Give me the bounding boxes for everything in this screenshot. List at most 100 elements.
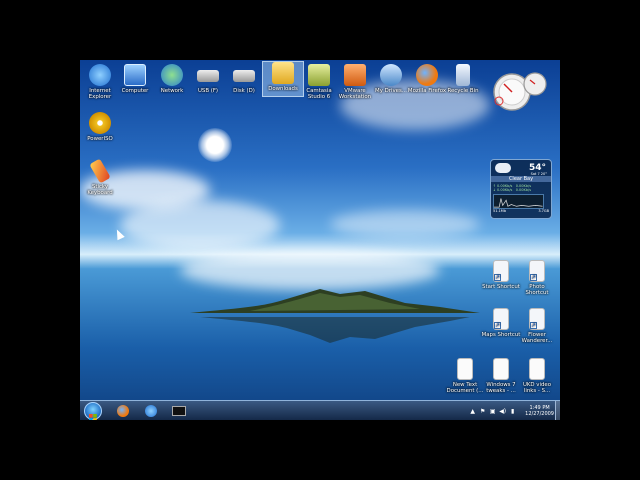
show-hidden-icons-button[interactable]: ▲ xyxy=(469,408,476,415)
text-document-icon[interactable]: UKD video links - S... xyxy=(517,358,557,394)
wallpaper-cloud xyxy=(330,210,480,238)
network-totals: 51.1Mb 3.7GB xyxy=(493,209,549,217)
sun xyxy=(198,128,232,162)
sticky-keyboard-icon[interactable]: Sticky Keyboard xyxy=(80,158,120,196)
download-rate-2: 0.00Kb/s xyxy=(515,188,532,192)
disk-drive-icon xyxy=(233,70,255,82)
network-icon[interactable]: Network xyxy=(152,64,192,94)
icon-label: Flower Wanderer... xyxy=(521,332,553,344)
firefox-icon[interactable]: Mozilla Firefox xyxy=(407,64,447,94)
document-icon: ↗ xyxy=(529,308,545,330)
icon-label: Photo Shortcut xyxy=(525,284,549,296)
icon-label: UKD video links - S... xyxy=(522,382,552,394)
icon-label: Disk (D) xyxy=(233,88,255,94)
firefox-icon xyxy=(416,64,438,86)
icon-label: Start Shortcut xyxy=(482,284,520,290)
vmware-icon[interactable]: VMware Workstation xyxy=(335,64,375,100)
network-rates: ↑ 0.00Kb/s 0.00Kb/s ↓ 0.00Kb/s 0.00Kb/s xyxy=(493,184,532,192)
show-desktop-button[interactable] xyxy=(555,401,560,420)
folder-icon xyxy=(272,62,294,84)
camtasia-icon[interactable]: Camtasia Studio 6 xyxy=(299,64,339,100)
internet-explorer-icon xyxy=(89,64,111,86)
vmware-icon xyxy=(344,64,366,86)
internet-explorer-icon xyxy=(145,405,157,417)
island-reflection xyxy=(200,317,470,343)
icon-label: Recycle Bin xyxy=(447,88,479,94)
icon-label: Internet Explorer xyxy=(88,88,112,100)
start-button[interactable] xyxy=(84,402,102,420)
recycle-bin-icon[interactable]: Recycle Bin xyxy=(443,64,483,94)
shortcut-arrow-icon: ↗ xyxy=(530,274,537,281)
cloud-sun-icon xyxy=(495,163,511,173)
globe-icon xyxy=(161,64,183,86)
internet-explorer-icon[interactable]: Internet Explorer xyxy=(80,64,120,100)
icon-label: Computer xyxy=(121,88,149,94)
sent-total: 51.1Mb xyxy=(493,209,507,213)
network-graph xyxy=(493,194,544,209)
drives-icon xyxy=(380,64,402,86)
firefox-icon xyxy=(117,405,129,417)
download-rate: 0.00Kb/s xyxy=(497,188,513,192)
disk-drive-icon[interactable]: Disk (D) xyxy=(224,64,264,94)
received-total: 3.7GB xyxy=(538,209,549,213)
cpu-meter-widget[interactable] xyxy=(490,66,550,116)
taskbar-firefox-button[interactable] xyxy=(112,403,134,419)
flag-icon[interactable]: ⚑ xyxy=(479,408,486,415)
icon-label: Network xyxy=(160,88,184,94)
computer-icon[interactable]: Computer xyxy=(115,64,155,94)
windows-logo-icon xyxy=(89,407,97,420)
downloads-folder-icon[interactable]: Downloads xyxy=(262,61,304,97)
icon-label: USB (F) xyxy=(197,88,219,94)
usb-drive-icon xyxy=(197,70,219,82)
icon-label: Downloads xyxy=(268,86,298,92)
rocket-icon xyxy=(89,158,111,184)
icon-label: Windows 7 tweaks - ... xyxy=(486,382,516,394)
icon-label: My Drives... xyxy=(375,88,407,94)
computer-icon xyxy=(124,64,146,86)
wallpaper-cloud xyxy=(180,250,440,290)
cd-icon xyxy=(89,112,111,134)
text-document-icon xyxy=(493,358,509,380)
weather-network-widget[interactable]: 54° Sat 7 20° Clear Bay ↑ 0.00Kb/s 0.00K… xyxy=(490,159,552,219)
shortcut-arrow-icon: ↗ xyxy=(494,322,501,329)
network-tray-icon[interactable]: ▣ xyxy=(489,408,496,415)
clock-date: 12/27/2009 xyxy=(525,411,554,417)
icon-label: New Text Document (... xyxy=(446,382,484,394)
text-document-icon xyxy=(457,358,473,380)
wallpaper-cloud xyxy=(120,200,280,250)
weather-city: Clear Bay xyxy=(491,176,551,182)
volume-icon[interactable]: ◀) xyxy=(499,408,506,415)
document-icon: ↗ xyxy=(493,260,509,282)
text-document-icon[interactable]: Windows 7 tweaks - ... xyxy=(481,358,521,394)
icon-label: PowerISO xyxy=(87,136,113,142)
desktop: Internet Explorer Computer Network USB (… xyxy=(80,60,560,420)
icon-label: VMware Workstation xyxy=(338,88,372,100)
battery-icon[interactable]: ▮ xyxy=(509,408,516,415)
cmd-icon xyxy=(172,406,186,416)
shortcut-icon[interactable]: ↗ Maps Shortcut xyxy=(481,308,521,338)
clock[interactable]: 1:49 PM 12/27/2009 xyxy=(525,405,554,417)
island xyxy=(190,289,480,313)
icon-label: Maps Shortcut xyxy=(481,332,521,338)
shortcut-icon[interactable]: ↗ Start Shortcut xyxy=(481,260,521,290)
shortcut-icon[interactable]: ↗ Photo Shortcut xyxy=(517,260,557,296)
system-tray: ▲ ⚑ ▣ ◀) ▮ 1:49 PM 12/27/2009 xyxy=(469,403,554,419)
taskbar-ie-button[interactable] xyxy=(140,403,162,419)
taskbar: ▲ ⚑ ▣ ◀) ▮ 1:49 PM 12/27/2009 xyxy=(80,400,560,420)
drives-icon[interactable]: My Drives... xyxy=(371,64,411,94)
document-icon: ↗ xyxy=(493,308,509,330)
recycle-bin-icon xyxy=(456,64,470,86)
icon-label: Sticky Keyboard xyxy=(87,184,113,196)
text-document-icon xyxy=(529,358,545,380)
shortcut-arrow-icon: ↗ xyxy=(530,322,537,329)
taskbar-cmd-button[interactable] xyxy=(168,403,190,419)
camtasia-icon xyxy=(308,64,330,86)
icon-label: Mozilla Firefox xyxy=(407,88,447,94)
text-document-icon[interactable]: New Text Document (... xyxy=(445,358,485,394)
document-icon: ↗ xyxy=(529,260,545,282)
icon-label: Camtasia Studio 6 xyxy=(306,88,332,100)
shortcut-icon[interactable]: ↗ Flower Wanderer... xyxy=(517,308,557,344)
shortcut-arrow-icon: ↗ xyxy=(494,274,501,281)
poweriso-icon[interactable]: PowerISO xyxy=(80,112,120,142)
usb-drive-icon[interactable]: USB (F) xyxy=(188,64,228,94)
